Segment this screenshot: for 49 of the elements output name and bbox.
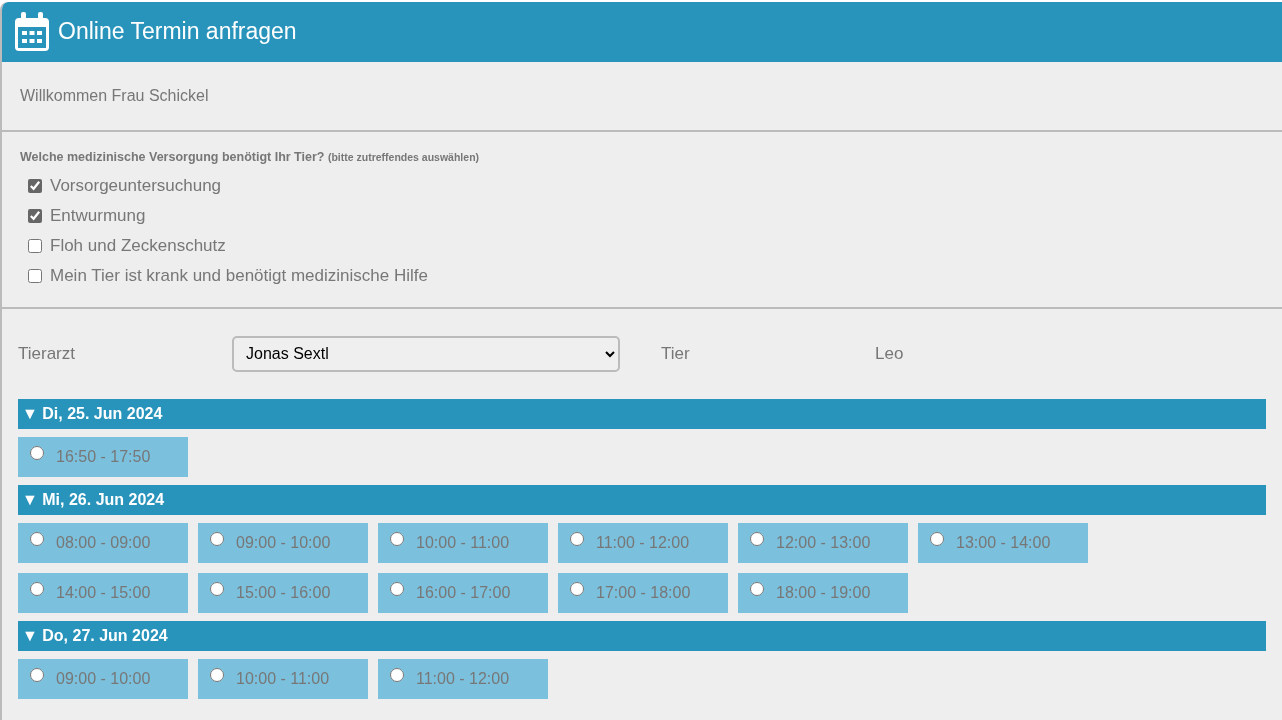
- checkbox[interactable]: [28, 208, 42, 223]
- vet-label: Tierarzt: [18, 343, 76, 365]
- time-slot[interactable]: 09:00 - 10:00: [198, 522, 368, 563]
- checkbox[interactable]: [28, 268, 42, 283]
- time-slot[interactable]: 11:00 - 12:00: [378, 658, 548, 699]
- page-title: Online Termin anfragen: [58, 18, 297, 46]
- option-label: Floh und Zeckenschutz: [50, 234, 226, 257]
- time-slot[interactable]: 16:00 - 17:00: [378, 572, 548, 613]
- checkbox[interactable]: [28, 238, 42, 253]
- day-header[interactable]: ▼ Do, 27. Jun 2024: [18, 620, 1266, 651]
- time-slot[interactable]: 17:00 - 18:00: [558, 572, 728, 613]
- calendar-icon: [14, 12, 50, 52]
- question-text: Welche medizinische Versorgung benötigt Ihr Tier? (bitte zutreffendes auswählen): [20, 149, 481, 166]
- day-header[interactable]: ▼ Mi, 26. Jun 2024: [18, 484, 1266, 515]
- pet-name: Leo: [875, 343, 904, 365]
- time-slot[interactable]: 11:00 - 12:00: [558, 522, 728, 563]
- time-slot[interactable]: 10:00 - 11:00: [198, 658, 368, 699]
- checkbox[interactable]: [28, 178, 42, 193]
- radio-button[interactable]: [750, 581, 764, 596]
- radio-button[interactable]: [390, 531, 404, 546]
- pet-label: Tier: [661, 343, 691, 365]
- radio-button[interactable]: [30, 531, 44, 546]
- time-slot[interactable]: 14:00 - 15:00: [18, 572, 188, 613]
- time-slot[interactable]: 08:00 - 09:00: [18, 522, 188, 563]
- welcome-text: Willkommen Frau Schickel: [20, 86, 209, 106]
- radio-button[interactable]: [210, 581, 224, 596]
- radio-button[interactable]: [930, 531, 944, 546]
- time-slot[interactable]: 10:00 - 11:00: [378, 522, 548, 563]
- time-slot[interactable]: 12:00 - 13:00: [738, 522, 908, 563]
- time-slot[interactable]: 18:00 - 19:00: [738, 572, 908, 613]
- radio-button[interactable]: [30, 445, 44, 460]
- option-label: Vorsorgeuntersuchung: [50, 174, 222, 197]
- time-slot[interactable]: 16:50 - 17:50: [18, 436, 188, 477]
- radio-button[interactable]: [30, 581, 44, 596]
- radio-button[interactable]: [210, 667, 224, 682]
- radio-button[interactable]: [570, 581, 584, 596]
- radio-button[interactable]: [390, 581, 404, 596]
- radio-button[interactable]: [30, 667, 44, 682]
- day-header[interactable]: ▼ Di, 25. Jun 2024: [18, 398, 1266, 429]
- vet-select[interactable]: Jonas Sextl: [232, 335, 620, 372]
- radio-button[interactable]: [750, 531, 764, 546]
- option-label: Entwurmung: [50, 204, 146, 227]
- radio-button[interactable]: [390, 667, 404, 682]
- time-slot[interactable]: 13:00 - 14:00: [918, 522, 1088, 563]
- time-slot[interactable]: 09:00 - 10:00: [18, 658, 188, 699]
- option-label: Mein Tier ist krank und benötigt medizinische Hilfe: [50, 264, 428, 287]
- radio-button[interactable]: [210, 531, 224, 546]
- time-slot[interactable]: 15:00 - 16:00: [198, 572, 368, 613]
- radio-button[interactable]: [570, 531, 584, 546]
